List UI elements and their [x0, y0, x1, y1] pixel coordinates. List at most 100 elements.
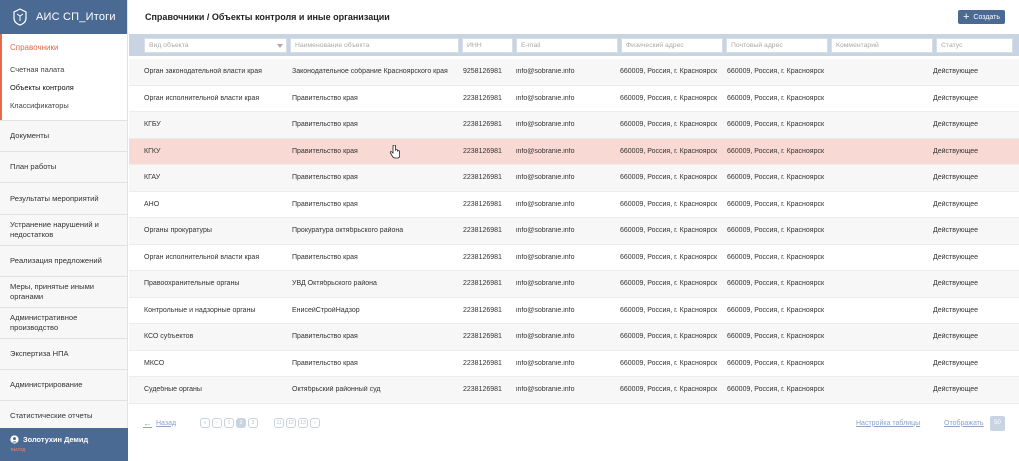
nav-item-admin-proceedings[interactable]: Административное производство	[0, 308, 127, 339]
cell-inn: 2238126981	[463, 280, 502, 288]
cell-email: info@sobranie.info	[516, 68, 575, 76]
nav-item-documents[interactable]: Документы	[0, 121, 127, 152]
filter-object-name-input[interactable]	[290, 37, 459, 53]
cell-inn: 2238126981	[463, 147, 502, 155]
cell-physical-address: 660009, Россия, г. Красноярск	[620, 306, 718, 314]
cell-object-name: Правительство края	[292, 121, 358, 129]
filter-physical-address-input[interactable]	[621, 37, 723, 53]
page-button-12[interactable]: 12	[286, 418, 297, 428]
logout-link[interactable]: выход	[10, 447, 118, 453]
table-row[interactable]: Правоохранительные органы УВД Октябрьског…	[129, 271, 1019, 298]
prev-button[interactable]: ‹	[212, 418, 223, 428]
cell-status: Действующее	[933, 174, 979, 182]
table-row[interactable]: КСО субъектов Правительство края 223812698…	[129, 324, 1019, 351]
mouse-pointer-icon	[389, 145, 400, 159]
cell-postal-address: 660009, Россия, г. Красноярск	[727, 94, 825, 102]
cell-physical-address: 660009, Россия, г. Красноярск	[620, 174, 718, 182]
filter-status-input[interactable]	[936, 37, 1013, 53]
table-row[interactable]: КГБУ Правительство края 2238126981 info@sob…	[129, 112, 1019, 139]
cell-object-name: Октябрьский районный суд	[292, 386, 381, 394]
brand-bar[interactable]: АИС СП_Итоги	[0, 0, 127, 34]
cell-postal-address: 660009, Россия, г. Красноярск	[727, 68, 825, 76]
user-name: Золотухин Демид	[23, 435, 89, 444]
show-count-link[interactable]: Отображать	[944, 420, 984, 427]
cell-object-name: Правительство края	[292, 94, 358, 102]
nav-item-results[interactable]: Результаты мероприятий	[0, 183, 127, 215]
cell-postal-address: 660009, Россия, г. Красноярск	[727, 174, 825, 182]
cell-email: info@sobranie.info	[516, 147, 575, 155]
table-row[interactable]: Органы прокуратуры Прокуратура октябрьско…	[129, 218, 1019, 245]
table-row[interactable]: Судебные органы Октябрьский районный суд 2…	[129, 377, 1019, 404]
page-button-11[interactable]: 11	[274, 418, 285, 428]
create-button[interactable]: + Создать	[957, 10, 1005, 24]
cell-postal-address: 660009, Россия, г. Красноярск	[727, 121, 825, 129]
cell-status: Действующее	[933, 121, 979, 129]
nav-item-work-plan[interactable]: План работы	[0, 152, 127, 183]
page-button-2[interactable]: 2	[236, 418, 247, 428]
back-link[interactable]: ← Назад	[143, 418, 176, 428]
filter-email-input[interactable]	[516, 37, 618, 53]
filter-comment-input[interactable]	[831, 37, 933, 53]
arrow-left-icon: ←	[143, 418, 152, 428]
show-count-select[interactable]: 50	[990, 415, 1005, 431]
nav-item-npa-expertise[interactable]: Экспертиза НПА	[0, 339, 127, 370]
table-row[interactable]: КГАУ Правительство края 2238126981 info@sob…	[129, 165, 1019, 192]
cell-inn: 2238126981	[463, 174, 502, 182]
back-label: Назад	[156, 419, 177, 427]
nav-section-title[interactable]: Справочники	[0, 34, 127, 62]
table-row[interactable]: Орган законодательной власти края Законод…	[129, 59, 1019, 86]
cell-postal-address: 660009, Россия, г. Красноярск	[727, 386, 825, 394]
table-row[interactable]: Орган исполнительной власти края Правител…	[129, 245, 1019, 271]
cell-inn: 2238126981	[463, 253, 502, 261]
cell-object-type: Органы прокуратуры	[144, 227, 212, 235]
cell-physical-address: 660009, Россия, г. Красноярск	[620, 333, 718, 341]
cell-object-name: Законодательное собрание Красноярского к…	[292, 68, 448, 76]
nav-item-measures[interactable]: Меры, принятые иными органами	[0, 277, 127, 308]
cell-postal-address: 660009, Россия, г. Красноярск	[727, 333, 825, 341]
cell-status: Действующее	[933, 280, 979, 288]
sub-item-accounts-chamber[interactable]: Счетная палата	[0, 62, 127, 80]
page-buttons: « ‹ 1 2 3 11 12 13 ›	[200, 418, 322, 428]
cell-inn: 9258126981	[463, 68, 502, 76]
cell-object-name: УВД Октябрьского района	[292, 280, 377, 288]
cell-object-type: Орган исполнительной власти края	[144, 94, 260, 102]
cell-status: Действующее	[933, 253, 979, 261]
cell-object-type: МКСО	[144, 359, 165, 367]
table-row[interactable]: КГКУ Правительство края 2238126981 info@sob…	[129, 138, 1019, 165]
cell-object-name: ЕнисейСтройНадзор	[292, 306, 360, 314]
prev-first-button[interactable]: «	[200, 418, 211, 428]
table-row[interactable]: Орган исполнительной власти края Правител…	[129, 86, 1019, 112]
app-title: АИС СП_Итоги	[36, 11, 116, 23]
table-row[interactable]: МКСО Правительство края 2238126981 info@sob…	[129, 351, 1019, 377]
filter-inn-input[interactable]	[462, 37, 513, 53]
table-row[interactable]: Контрольные и надзорные органы ЕнисейСтро…	[129, 298, 1019, 324]
cell-postal-address: 660009, Россия, г. Красноярск	[727, 359, 825, 367]
nav-item-administration[interactable]: Администрирование	[0, 370, 127, 401]
cell-physical-address: 660009, Россия, г. Красноярск	[620, 121, 718, 129]
sub-item-classifiers[interactable]: Классификаторы	[0, 98, 127, 116]
create-button-label: Создать	[973, 13, 1000, 21]
cell-object-name: Правительство края	[292, 333, 358, 341]
page-button-3[interactable]: 3	[248, 418, 259, 428]
page-button-1[interactable]: 1	[224, 418, 235, 428]
cell-object-type: Орган законодательной власти края	[144, 68, 262, 76]
table-settings-link[interactable]: Настройка таблицы	[856, 420, 920, 427]
filter-object-type-select[interactable]	[144, 37, 287, 53]
next-button[interactable]: ›	[310, 418, 321, 428]
page-button-13[interactable]: 13	[298, 418, 309, 428]
nav-section-reference: Справочники Счетная палата Объекты контр…	[0, 34, 127, 121]
cell-object-name: Прокуратура октябрьского района	[292, 227, 404, 235]
cell-status: Действующее	[933, 147, 979, 155]
nav-item-violations[interactable]: Устранение нарушений и недостатков	[0, 215, 127, 246]
cell-physical-address: 660009, Россия, г. Красноярск	[620, 94, 718, 102]
nav-item-proposals[interactable]: Реализация предложений	[0, 246, 127, 277]
cell-object-type: КГАУ	[144, 174, 161, 182]
user-icon	[10, 435, 19, 444]
cell-physical-address: 660009, Россия, г. Красноярск	[620, 68, 718, 76]
cell-status: Действующее	[933, 306, 979, 314]
filter-postal-address-input[interactable]	[726, 37, 828, 53]
cell-postal-address: 660009, Россия, г. Красноярск	[727, 227, 825, 235]
table-row[interactable]: АНО Правительство края 2238126981 info@sobr…	[129, 192, 1019, 218]
cell-object-name: Правительство края	[292, 200, 358, 208]
sub-item-control-objects[interactable]: Объекты контроля	[0, 80, 127, 98]
